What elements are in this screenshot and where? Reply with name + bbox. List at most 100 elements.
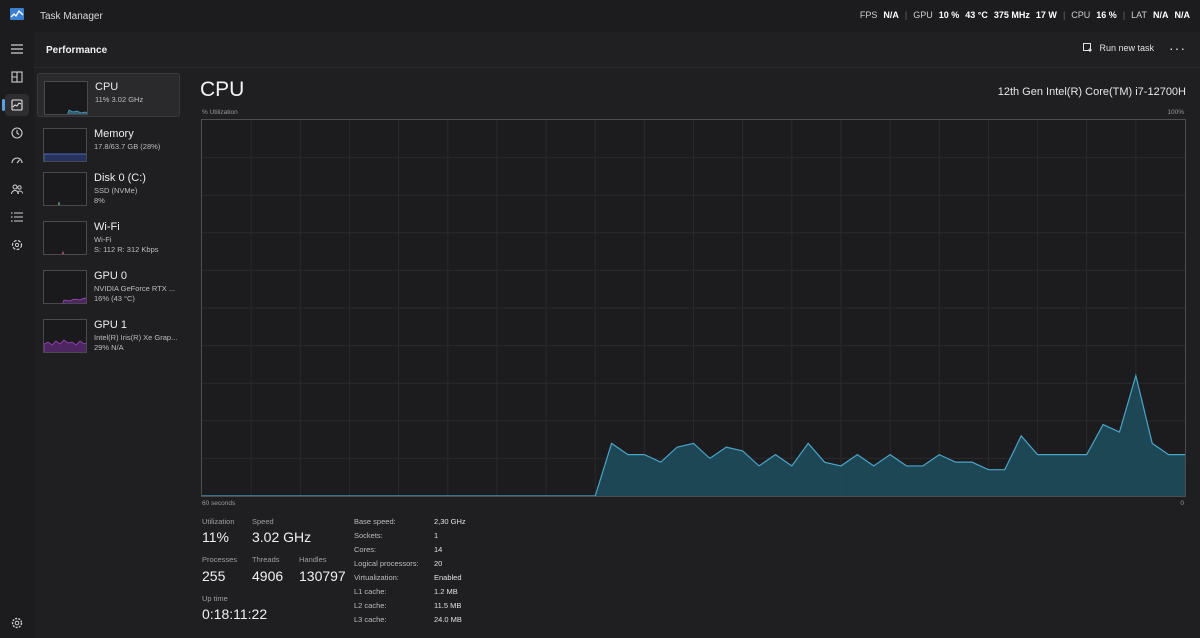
resource-item-cpu[interactable]: CPU 11% 3.02 GHz [37,73,180,117]
page-header: Performance Run new task ··· [34,32,1200,68]
l1-cache-value: 1.2 MB [434,587,458,596]
uptime-label: Up time [202,594,228,603]
resource-item-gpu1[interactable]: GPU 1 Intel(R) Iris(R) Xe Grap... 29% N/… [37,312,180,356]
performance-icon[interactable] [2,94,29,116]
resource-name: GPU 1 [94,319,128,331]
speed-value: 3.02 GHz [252,529,312,545]
cpu-utilization-chart [202,120,1185,496]
overlay-separator: | [1122,10,1126,20]
resource-title: CPU [200,78,245,101]
gpu-util: 10 % [938,10,960,20]
logical-processors-value: 20 [434,559,443,568]
gpu-label: GPU [913,10,933,20]
gpu-clock: 375 MHz [993,10,1030,20]
resource-detail: Wi-Fi [94,235,112,244]
lat-value: N/A [1153,10,1169,20]
processes-value: 255 [202,568,226,584]
overlay-separator: | [1062,10,1066,20]
resource-item-disk[interactable]: Disk 0 (C:) SSD (NVMe) 8% [37,165,180,209]
performance-overlay: FPS N/A | GPU 10 % 43 °C 375 MHz 17 W | … [860,10,1190,20]
overlay-separator: | [904,10,908,20]
resource-detail: S: 112 R: 312 Kbps [94,245,159,254]
cpu-thumbnail [44,81,88,115]
cpu-util: 16 % [1096,10,1117,20]
gpu1-thumbnail [43,319,87,353]
logical-processors-key: Logical processors: [354,559,419,568]
nav-rail [0,32,34,638]
run-new-task-label: Run new task [1099,43,1154,53]
cpu-detail-panel: CPU 12th Gen Intel(R) Core(TM) i7-12700H… [186,68,1200,638]
handles-value: 130797 [299,568,346,584]
sockets-key: Sockets: [354,531,383,540]
gpu0-thumbnail [43,270,87,304]
cpu-label: CPU [1071,10,1091,20]
resource-detail: 17.8/63.7 GB (28%) [94,142,161,151]
utilization-axis-label: % Utilization [202,109,238,116]
l1-cache-key: L1 cache: [354,587,387,596]
handles-label: Handles [299,555,327,564]
sockets-value: 1 [434,531,439,540]
menu-icon[interactable] [5,38,29,60]
more-options-button[interactable]: ··· [1169,40,1186,56]
resource-item-memory[interactable]: Memory 17.8/63.7 GB (28%) [37,121,180,165]
l2-cache-key: L2 cache: [354,601,387,610]
task-manager-window: Task Manager FPS N/A | GPU 10 % 43 °C 37… [0,0,1200,638]
resource-name: CPU [95,81,119,93]
resource-item-wifi[interactable]: Wi-Fi Wi-Fi S: 112 R: 312 Kbps [37,214,180,258]
cores-value: 14 [434,545,443,554]
services-icon[interactable] [5,234,29,256]
resource-detail: 16% (43 °C) [94,294,135,303]
uptime-value: 0:18:11:22 [202,606,268,622]
base-speed-value: 2,30 GHz [434,517,466,526]
cores-key: Cores: [354,545,377,554]
gpu-power: 17 W [1035,10,1057,20]
virtualization-value: Enabled [434,573,462,582]
time-axis-label: 60 seconds [202,500,236,507]
resource-list: CPU 11% 3.02 GHz Memory 17.8/63.7 GB (28… [34,68,186,638]
speed-label: Speed [252,517,274,526]
cpu-utilization-graph [201,119,1186,497]
resource-detail: SSD (NVMe) [94,186,138,195]
l3-cache-key: L3 cache: [354,615,387,624]
memory-thumbnail [43,128,87,162]
min-axis-label: 0 [1180,500,1184,507]
virtualization-key: Virtualization: [354,573,399,582]
l2-cache-value: 11.5 MB [434,601,462,610]
processes-icon[interactable] [5,66,29,88]
cpu-model-name: 12th Gen Intel(R) Core(TM) i7-12700H [997,86,1186,98]
threads-label: Threads [252,555,280,564]
resource-name: Disk 0 (C:) [94,172,146,184]
fps-label: FPS [859,10,878,20]
disk-thumbnail [43,172,87,206]
settings-icon[interactable] [5,612,29,634]
resource-detail: NVIDIA GeForce RTX ... [94,284,176,293]
title-bar: Task Manager FPS N/A | GPU 10 % 43 °C 37… [0,0,1200,32]
wifi-thumbnail [43,221,87,255]
task-manager-app-icon [10,8,24,20]
resource-detail: 11% 3.02 GHz [95,95,144,104]
l3-cache-value: 24.0 MB [434,615,462,624]
processes-label: Processes [202,555,238,564]
gpu-temp: 43 °C [965,10,988,20]
base-speed-key: Base speed: [354,517,396,526]
resource-name: GPU 0 [94,270,128,282]
extra-value: N/A [1174,10,1191,20]
resource-detail: Intel(R) Iris(R) Xe Grap... [94,333,178,342]
utilization-label: Utilization [202,517,235,526]
lat-label: LAT [1131,10,1147,20]
threads-value: 4906 [252,568,284,584]
utilization-value: 11% [202,529,229,545]
resource-detail: 29% N/A [94,343,124,352]
startup-apps-icon[interactable] [5,150,29,172]
resource-detail: 8% [94,196,105,205]
max-percent-label: 100% [1167,109,1184,116]
page-title: Performance [46,45,108,56]
resource-item-gpu0[interactable]: GPU 0 NVIDIA GeForce RTX ... 16% (43 °C) [37,263,180,307]
details-icon[interactable] [5,206,29,228]
run-new-task-button[interactable]: Run new task [1083,43,1154,53]
users-icon[interactable] [5,178,29,200]
run-task-icon [1083,43,1093,52]
resource-name: Wi-Fi [94,221,120,233]
resource-name: Memory [94,128,134,140]
app-history-icon[interactable] [5,122,29,144]
